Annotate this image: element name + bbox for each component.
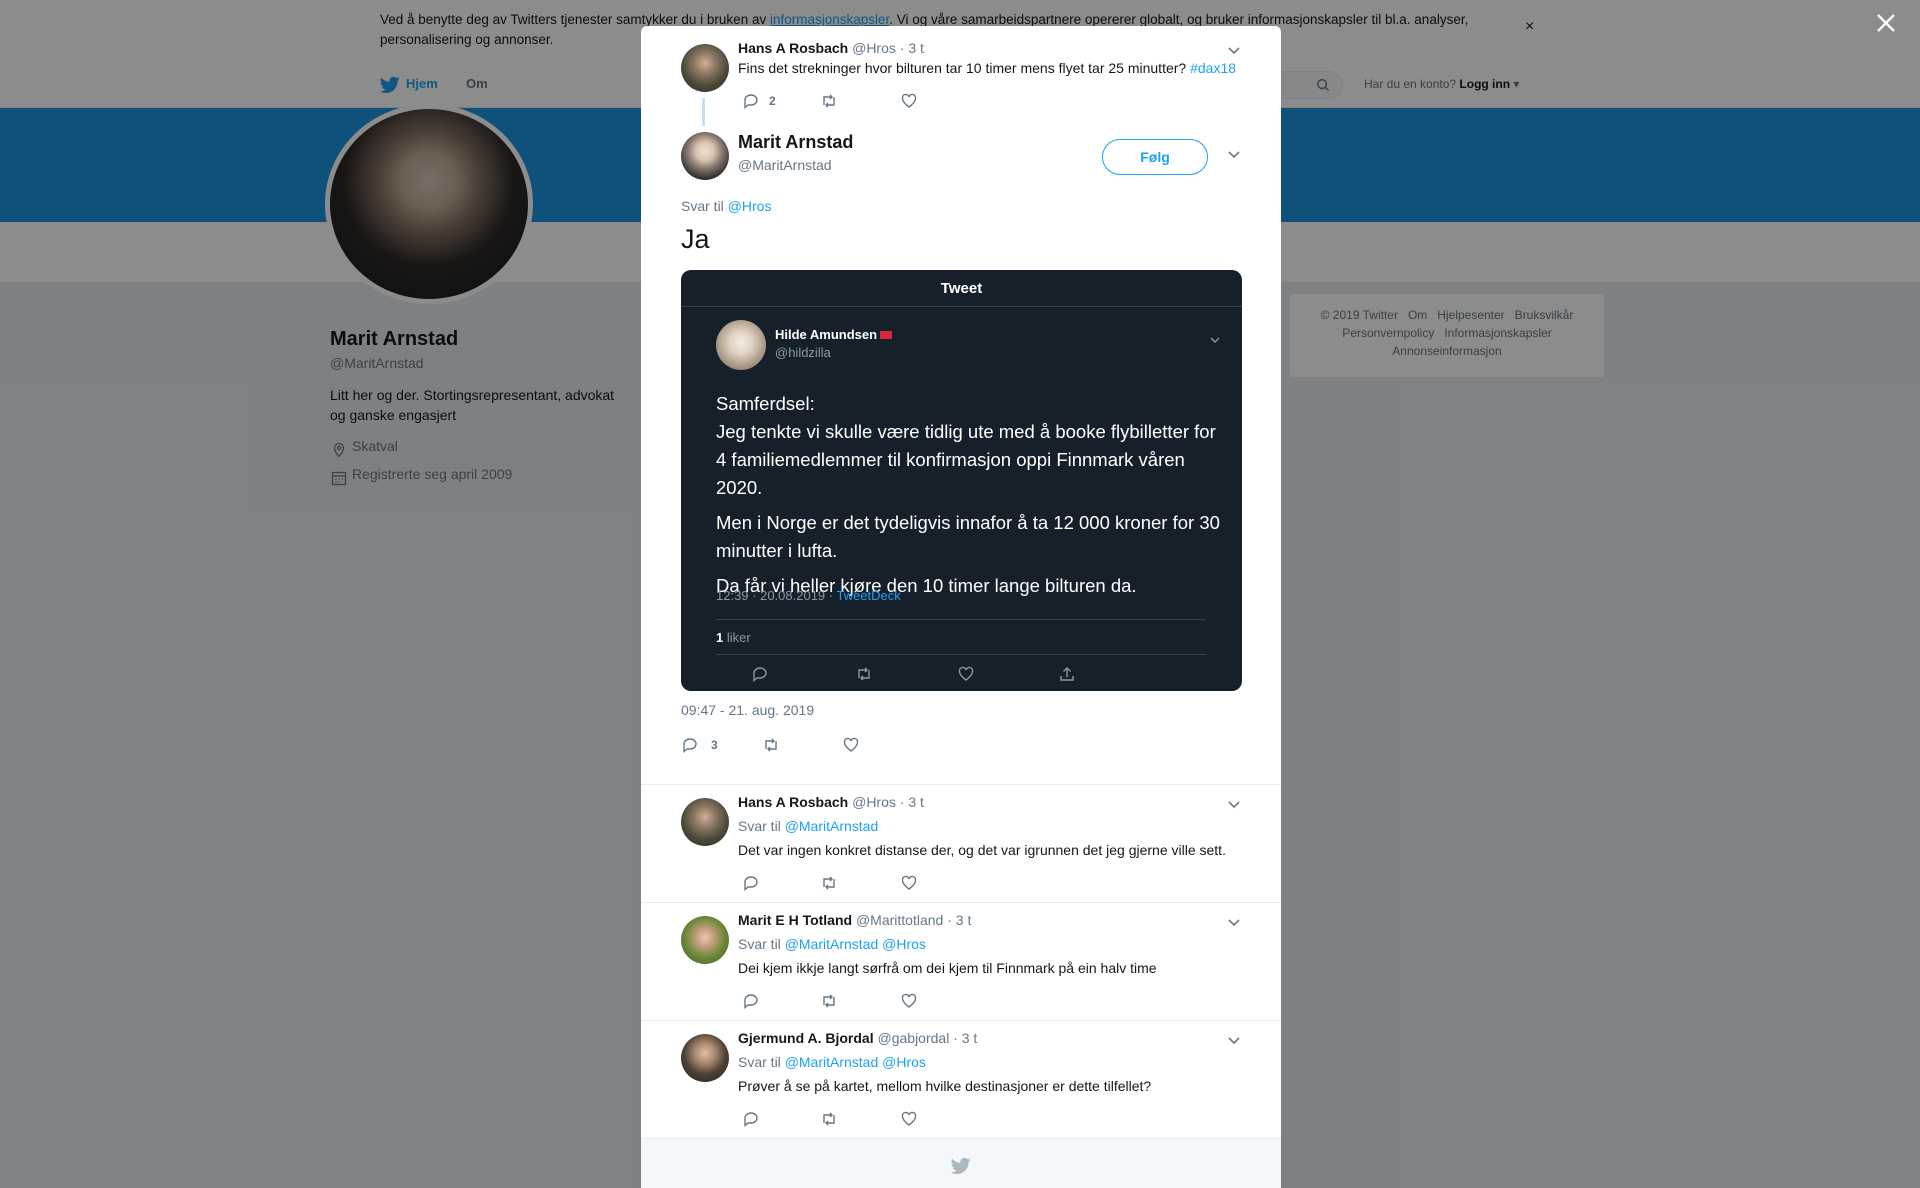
avatar[interactable] [681, 1034, 729, 1082]
chevron-down-icon[interactable] [1227, 918, 1241, 928]
embed-text: Samferdsel: Jeg tenkte vi skulle være ti… [716, 393, 1220, 596]
twitter-bird-icon [951, 1157, 971, 1174]
share-icon [1060, 667, 1074, 681]
divider [716, 654, 1206, 655]
main-tweet-text: Ja [681, 224, 710, 254]
retweet-icon[interactable] [820, 992, 838, 1010]
follow-button[interactable]: Følg [1102, 139, 1208, 175]
like-icon [958, 666, 974, 681]
avatar[interactable] [681, 44, 729, 92]
retweet-icon[interactable] [762, 736, 780, 754]
tweet-text: Prøver å se på kartet, mellom hvilke des… [738, 1078, 1152, 1094]
retweet-icon[interactable] [820, 1110, 838, 1128]
avatar [716, 320, 766, 370]
reply-context: Svar til @MaritArnstad [738, 818, 879, 834]
main-tweet-handle[interactable]: @MaritArnstad [738, 157, 832, 173]
like-icon[interactable] [900, 992, 918, 1010]
mention-link[interactable]: @MaritArnstad [785, 818, 879, 834]
reply-icon[interactable] [742, 992, 760, 1010]
chevron-down-icon[interactable] [1227, 46, 1241, 56]
divider [641, 784, 1281, 785]
embed-time: 12:39 · 20.08.2019 · TweetDeck [716, 588, 901, 603]
tweet-author[interactable]: Marit E H Totland @Marittotland · 3 t [738, 912, 971, 928]
reply-count: 2 [769, 94, 776, 108]
main-tweet-author[interactable]: Marit Arnstad [738, 132, 853, 153]
embed-handle: @hildzilla [775, 345, 831, 360]
mention-link[interactable]: @Hros [728, 198, 772, 214]
tweet-author[interactable]: Gjermund A. Bjordal @gabjordal · 3 t [738, 1030, 977, 1046]
embed-author: Hilde Amundsen [775, 327, 893, 342]
thread-connector [702, 98, 705, 126]
like-icon[interactable] [900, 1110, 918, 1128]
reply-count: 3 [711, 738, 718, 752]
divider [641, 1020, 1281, 1021]
embed-header: Tweet [940, 280, 983, 297]
reply-context: Svar til @MaritArnstad @Hros [738, 1054, 926, 1070]
modal-footer [641, 1138, 1281, 1188]
reply-context: Svar til @MaritArnstad @Hros [738, 936, 926, 952]
tweet-author[interactable]: Hans A Rosbach @Hros · 3 t [738, 794, 924, 810]
avatar[interactable] [681, 132, 729, 180]
divider [716, 619, 1206, 620]
retweet-icon[interactable] [820, 92, 838, 110]
reply-icon[interactable] [742, 92, 760, 110]
avatar[interactable] [681, 798, 729, 846]
reply-icon[interactable] [681, 736, 699, 754]
tweet-text: Fins det strekninger hvor bilturen tar 1… [738, 60, 1237, 76]
main-tweet-timestamp[interactable]: 09:47 - 21. aug. 2019 [681, 702, 814, 718]
tweet-text: Dei kjem ikkje langt sørfrå om dei kjem … [738, 960, 1157, 976]
reply-icon[interactable] [742, 874, 760, 892]
reply-icon[interactable] [742, 1110, 760, 1128]
chevron-down-icon [1210, 337, 1220, 343]
chevron-down-icon[interactable] [1227, 800, 1241, 810]
tweet-text: Det var ingen konkret distanse der, og d… [738, 842, 1226, 858]
divider [681, 306, 1242, 307]
like-icon[interactable] [842, 736, 860, 754]
like-icon[interactable] [900, 92, 918, 110]
flag-icon [880, 331, 893, 339]
reply-icon [753, 667, 767, 682]
tweet-author[interactable]: Hans A Rosbach @Hros · 3 t [738, 40, 924, 56]
reply-context: Svar til @Hros [681, 198, 772, 214]
mention-link[interactable]: @MaritArnstad @Hros [785, 936, 926, 952]
hashtag-link[interactable]: #dax18 [1190, 60, 1236, 76]
chevron-down-icon[interactable] [1227, 1036, 1241, 1046]
tweet-modal: Hans A Rosbach @Hros · 3 t Fins det stre… [641, 26, 1281, 1188]
mention-link[interactable]: @MaritArnstad @Hros [785, 1054, 926, 1070]
close-icon[interactable] [1875, 12, 1897, 34]
divider [641, 902, 1281, 903]
tweet-image[interactable]: Tweet Hilde Amundsen @hildzilla Samferds… [681, 270, 1242, 691]
like-icon[interactable] [900, 874, 918, 892]
avatar[interactable] [681, 916, 729, 964]
chevron-down-icon[interactable] [1227, 150, 1241, 160]
embed-likes: 1 liker [716, 630, 751, 645]
retweet-icon[interactable] [820, 874, 838, 892]
retweet-icon [858, 667, 870, 681]
